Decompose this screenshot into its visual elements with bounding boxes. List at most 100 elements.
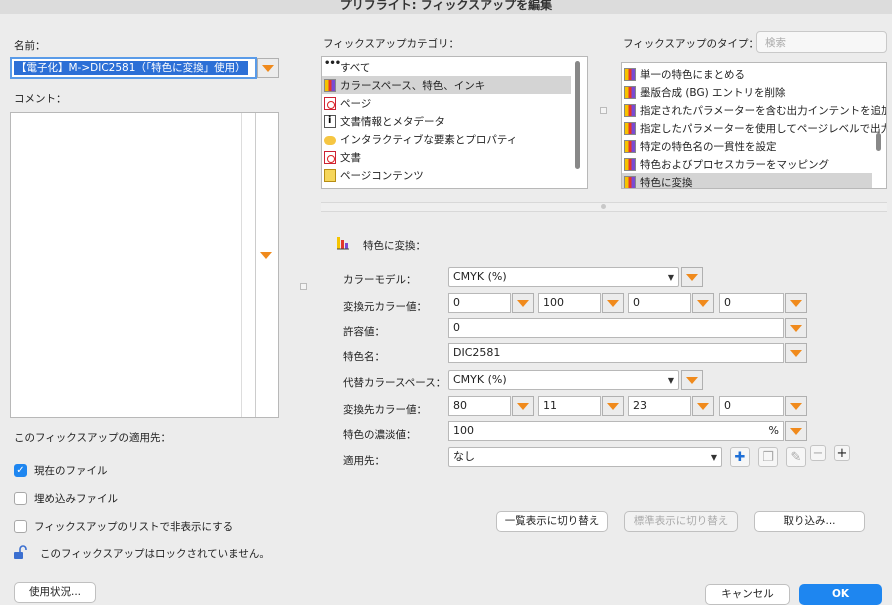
type-item[interactable]: 墨版合成 (BG) エントリを削除 [622, 83, 886, 101]
import-button[interactable]: 取り込み... [754, 511, 865, 532]
apply-to-select[interactable]: なし ▼ [448, 447, 722, 467]
comment-insert-menu-button[interactable] [260, 252, 272, 272]
dropdown-triangle-icon [686, 376, 698, 384]
splitter-handle-left[interactable] [300, 283, 307, 290]
edit-condition-button[interactable]: ✎ [786, 447, 806, 467]
splitter-horizontal[interactable] [321, 202, 887, 212]
type-item[interactable]: 指定されたパラメーターを含む出力インテントを追加 [622, 101, 886, 119]
pencil-icon: ✎ [790, 449, 802, 465]
remove-row-button[interactable]: − [810, 445, 826, 461]
cancel-button[interactable]: キャンセル [705, 584, 790, 605]
type-item[interactable]: 単一の特色にまとめる [622, 65, 886, 83]
category-item-interactive[interactable]: インタラクティブな要素とプロパティ [322, 130, 587, 148]
type-label: 特色に変換 [640, 176, 693, 189]
types-list[interactable]: 単一の特色にまとめる 墨版合成 (BG) エントリを削除 指定されたパラメーター… [621, 62, 887, 189]
types-scrollbar[interactable] [875, 133, 883, 153]
dest-value-m[interactable]: 11 [538, 396, 601, 416]
source-value-y-menu[interactable] [692, 293, 714, 313]
dest-value-k-menu[interactable] [785, 396, 807, 416]
category-item-document[interactable]: 文書 [322, 148, 587, 166]
name-label: 名前： [14, 40, 46, 52]
color-model-menu-button[interactable] [681, 267, 703, 287]
checkbox-embedded-file[interactable]: 埋め込みファイル [14, 491, 118, 506]
dest-values-label: 変換先カラー値： [343, 404, 427, 416]
ok-button[interactable]: OK [799, 584, 882, 605]
dest-value-m-menu[interactable] [602, 396, 624, 416]
color-flask-icon [624, 85, 636, 99]
dropdown-triangle-icon [262, 64, 274, 72]
types-label: フィックスアップのタイプ： [623, 38, 759, 50]
scrollbar-thumb[interactable] [575, 61, 580, 169]
type-item[interactable]: 特定の特色名の一貫性を設定 [622, 137, 886, 155]
name-value: 【電子化】M->DIC2581（「特色に変換」使用） [14, 61, 248, 75]
plus-icon: + [836, 445, 848, 461]
lock-icon[interactable] [12, 545, 28, 564]
source-value-k[interactable]: 0 [719, 293, 784, 313]
tint-menu[interactable] [785, 421, 807, 441]
categories-scrollbar[interactable] [574, 61, 582, 171]
add-condition-button[interactable]: ✚ [730, 447, 750, 467]
standard-view-button[interactable]: 標準表示に切り替え [624, 511, 738, 532]
detail-heading: 特色に変換： [363, 240, 426, 252]
list-view-button[interactable]: 一覧表示に切り替え [496, 511, 608, 532]
dest-value-y[interactable]: 23 [628, 396, 691, 416]
arrow-icon [324, 168, 336, 182]
category-item-page-content[interactable]: ページコンテンツ [322, 166, 587, 184]
color-flask-icon [624, 67, 636, 81]
tint-field[interactable]: 100 % [448, 421, 784, 441]
duplicate-condition-button[interactable]: ❐ [758, 447, 778, 467]
color-model-select[interactable]: CMYK (%) ▼ [448, 267, 679, 287]
tint-label: 特色の濃淡値： [343, 429, 417, 441]
alt-colorspace-menu-button[interactable] [681, 370, 703, 390]
dropdown-triangle-icon [697, 299, 709, 307]
tolerance-field[interactable]: 0 [448, 318, 784, 338]
dropdown-triangle-icon [790, 299, 802, 307]
name-insert-menu-button[interactable] [257, 58, 279, 78]
type-item-selected[interactable]: 特色に変換 [622, 173, 872, 189]
select-value: CMYK (%) [453, 270, 507, 283]
add-row-button[interactable]: + [834, 445, 850, 461]
color-flask-icon [336, 235, 350, 251]
categories-list[interactable]: •••すべて カラースペース、特色、インキ ページ 文書情報とメタデータ インタ… [321, 56, 588, 189]
comment-textarea[interactable] [10, 112, 279, 418]
splitter-handle-middle[interactable] [600, 107, 607, 114]
dest-value-y-menu[interactable] [692, 396, 714, 416]
dest-value-k[interactable]: 0 [719, 396, 784, 416]
type-search-input[interactable]: 検索 [756, 31, 887, 53]
category-label: 文書 [340, 151, 361, 164]
category-item-metadata[interactable]: 文書情報とメタデータ [322, 112, 587, 130]
source-value-k-menu[interactable] [785, 293, 807, 313]
chevron-down-icon: ▼ [710, 453, 717, 462]
checkbox-current-file[interactable]: ✓ 現在のファイル [14, 463, 108, 478]
type-item[interactable]: 特色およびプロセスカラーをマッピング [622, 155, 886, 173]
usage-button[interactable]: 使用状況... [14, 582, 96, 603]
spot-name-label: 特色名： [343, 351, 385, 363]
dropdown-triangle-icon [607, 299, 619, 307]
tint-unit: % [768, 424, 779, 437]
category-item-pages[interactable]: ページ [322, 94, 587, 112]
source-value-y[interactable]: 0 [628, 293, 691, 313]
color-model-label: カラーモデル： [343, 274, 417, 286]
name-field[interactable]: 【電子化】M->DIC2581（「特色に変換」使用） [10, 57, 257, 79]
comment-label: コメント： [14, 93, 67, 105]
category-item-all[interactable]: ••• すべて [322, 58, 587, 76]
spot-name-menu[interactable] [785, 343, 807, 363]
comment-divider [241, 113, 242, 417]
alt-colorspace-select[interactable]: CMYK (%) ▼ [448, 370, 679, 390]
tolerance-menu[interactable] [785, 318, 807, 338]
window-title: プリフライト: フィックスアップを編集 [0, 0, 892, 14]
type-label: 特色およびプロセスカラーをマッピング [640, 158, 829, 171]
source-value-m[interactable]: 100 [538, 293, 601, 313]
source-value-m-menu[interactable] [602, 293, 624, 313]
scrollbar-thumb[interactable] [876, 133, 881, 151]
comment-divider-2 [255, 113, 256, 417]
type-item[interactable]: 指定したパラメーターを使用してページレベルで出力 [622, 119, 886, 137]
checkbox-label: 埋め込みファイル [34, 493, 118, 505]
source-value-c-menu[interactable] [512, 293, 534, 313]
source-value-c[interactable]: 0 [448, 293, 511, 313]
dest-value-c-menu[interactable] [512, 396, 534, 416]
checkbox-hide-in-list[interactable]: フィックスアップのリストで非表示にする [14, 519, 233, 534]
spot-name-field[interactable]: DIC2581 [448, 343, 784, 363]
dest-value-c[interactable]: 80 [448, 396, 511, 416]
category-item-colorspace[interactable]: カラースペース、特色、インキ [322, 76, 571, 94]
